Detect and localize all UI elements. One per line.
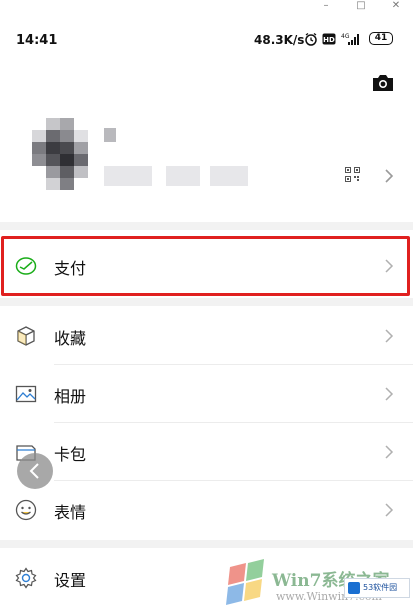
floating-back-button[interactable] <box>17 453 53 489</box>
window-close-button[interactable]: ✕ <box>386 0 406 14</box>
chevron-left-icon <box>29 463 39 479</box>
photo-album-icon <box>15 385 37 403</box>
section-separator <box>0 222 413 230</box>
alarm-icon <box>305 32 317 46</box>
smiley-sticker-icon <box>15 499 37 521</box>
nickname-redacted <box>104 128 116 142</box>
section-separator <box>0 298 413 306</box>
window-titlebar: – □ ✕ <box>0 0 413 14</box>
status-bar: 14:41 48.3K/s HD 4G 41 <box>0 14 413 66</box>
row-divider <box>54 480 413 481</box>
camera-icon[interactable] <box>371 73 395 93</box>
chevron-right-icon[interactable] <box>384 168 394 184</box>
wechat-id-redacted <box>166 166 200 186</box>
status-time: 14:41 <box>16 33 58 48</box>
chevron-right-icon <box>385 445 394 459</box>
window-maximize-button[interactable]: □ <box>351 0 371 14</box>
status-net-speed: 48.3K/s <box>254 33 305 47</box>
wechat-id-redacted <box>210 166 248 186</box>
svg-text:HD: HD <box>323 36 335 44</box>
battery-level: 41 <box>374 33 388 43</box>
section-separator <box>0 540 413 548</box>
menu-item-label: 表情 <box>54 503 87 522</box>
avatar[interactable] <box>32 118 88 190</box>
cube-favorites-icon <box>17 326 35 346</box>
signal-label: 4G <box>341 33 350 40</box>
row-divider <box>54 422 413 423</box>
menu-item-label: 相册 <box>54 387 87 406</box>
menu-item-favorites[interactable]: 收藏 <box>0 308 413 364</box>
highlight-frame <box>1 236 410 296</box>
menu-item-label: 收藏 <box>54 329 87 348</box>
chevron-right-icon <box>385 503 394 517</box>
chevron-right-icon <box>385 387 394 401</box>
menu-item-stickers[interactable]: 表情 <box>0 482 413 538</box>
watermark-badge: 53软件园 <box>344 578 410 598</box>
menu-item-label: 设置 <box>54 571 87 590</box>
window-minimize-button[interactable]: – <box>316 0 336 14</box>
hd-icon: HD <box>322 33 336 45</box>
signal-icon: 4G <box>341 33 359 45</box>
qr-code-icon[interactable] <box>345 167 360 182</box>
row-divider <box>54 364 413 365</box>
menu-item-label: 卡包 <box>54 445 87 464</box>
menu-item-album[interactable]: 相册 <box>0 366 413 422</box>
menu-item-cards[interactable]: 卡包 <box>0 424 413 480</box>
badge-logo-icon <box>348 582 360 594</box>
gear-icon <box>15 567 37 589</box>
wechat-id-redacted <box>104 166 152 186</box>
watermark-badge-text: 53软件园 <box>363 583 398 592</box>
chevron-right-icon <box>385 329 394 343</box>
battery-icon: 41 <box>369 32 393 45</box>
